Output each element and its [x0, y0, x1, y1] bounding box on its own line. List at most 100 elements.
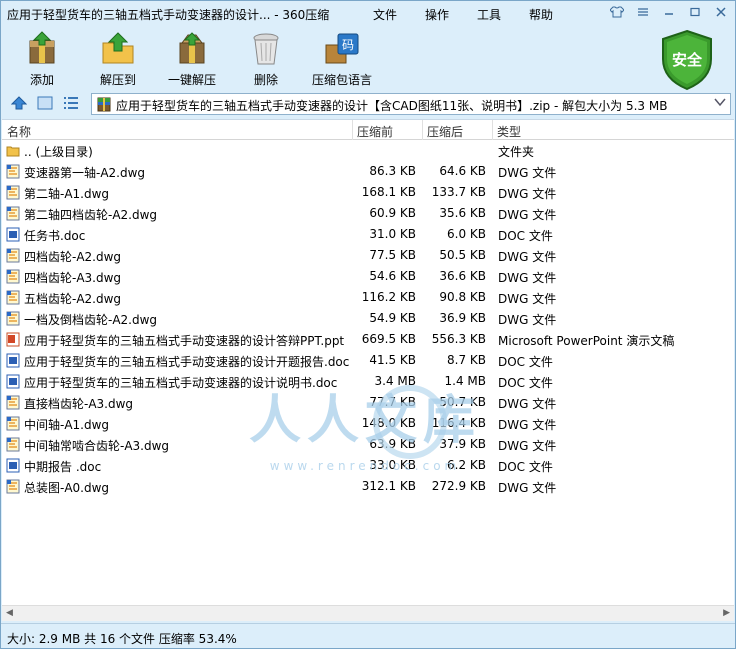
file-type: DWG 文件 — [498, 313, 557, 327]
toolbar: 添加 解压到 一键解压 删除 码 压缩包语言 安全 — [1, 27, 735, 91]
file-size: 168.1 KB — [361, 185, 416, 199]
file-size: 41.5 KB — [369, 353, 416, 367]
file-name: 应用于轻型货车的三轴五档式手动变速器的设计答辩PPT.ppt — [24, 334, 345, 348]
file-row[interactable]: 五档齿轮-A2.dwg 116.2 KB 90.8 KB DWG 文件 — [2, 287, 734, 308]
minimize-icon[interactable] — [659, 3, 679, 21]
file-row[interactable]: 第二轴四档齿轮-A2.dwg 60.9 KB 35.6 KB DWG 文件 — [2, 203, 734, 224]
doc-file-icon — [6, 374, 20, 389]
dwg-file-icon — [6, 395, 20, 410]
column-name[interactable]: 名称 — [7, 123, 31, 140]
app-window: 应用于轻型货车的三轴五档式手动变速器的设计... - 360压缩 文件 操作 工… — [0, 0, 736, 649]
shield-icon: 安全 — [662, 29, 712, 91]
safe-shield-button[interactable]: 安全 — [659, 29, 715, 91]
file-row[interactable]: 第二轴-A1.dwg 168.1 KB 133.7 KB DWG 文件 — [2, 182, 734, 203]
column-type[interactable]: 类型 — [497, 123, 521, 140]
folder-file-icon — [6, 143, 20, 158]
maximize-icon[interactable] — [685, 3, 705, 21]
file-name: 中期报告 .doc — [24, 460, 102, 474]
file-packed-size: 36.6 KB — [439, 269, 486, 283]
doc-file-icon — [6, 353, 20, 368]
file-row[interactable]: 总装图-A0.dwg 312.1 KB 272.9 KB DWG 文件 — [2, 476, 734, 497]
ppt-file-icon — [6, 332, 20, 347]
column-separator — [352, 120, 353, 140]
dwg-file-icon — [6, 206, 20, 221]
menu-file[interactable]: 文件 — [373, 6, 397, 23]
file-row[interactable]: .. (上级目录) 文件夹 — [2, 140, 734, 161]
file-type: DWG 文件 — [498, 187, 557, 201]
file-row[interactable]: 变速器第一轴-A2.dwg 86.3 KB 64.6 KB DWG 文件 — [2, 161, 734, 182]
column-size[interactable]: 压缩前 — [357, 123, 393, 140]
file-name: 直接档齿轮-A3.dwg — [24, 397, 134, 411]
file-row[interactable]: 任务书.doc 31.0 KB 6.0 KB DOC 文件 — [2, 224, 734, 245]
file-row[interactable]: 四档齿轮-A2.dwg 77.5 KB 50.5 KB DWG 文件 — [2, 245, 734, 266]
file-packed-size: 6.0 KB — [447, 227, 486, 241]
trash-can-icon — [248, 31, 284, 67]
file-name: 应用于轻型货车的三轴五档式手动变速器的设计开题报告.doc — [24, 355, 350, 369]
file-row[interactable]: 应用于轻型货车的三轴五档式手动变速器的设计答辩PPT.ppt 669.5 KB 55… — [2, 329, 734, 350]
list-view-icon[interactable] — [63, 96, 79, 113]
thumbnail-view-icon[interactable] — [37, 96, 53, 113]
file-name: 变速器第一轴-A2.dwg — [24, 166, 146, 180]
file-list[interactable]: 名称 压缩前 压缩后 类型 .. (上级目录) 文件夹 变速器第一轴-A2.dwg 8… — [2, 119, 734, 605]
file-row[interactable]: 四档齿轮-A3.dwg 54.6 KB 36.6 KB DWG 文件 — [2, 266, 734, 287]
dwg-file-icon — [6, 416, 20, 431]
file-row[interactable]: 应用于轻型货车的三轴五档式手动变速器的设计说明书.doc 3.4 MB 1.4 MB… — [2, 371, 734, 392]
file-name: 任务书.doc — [24, 229, 86, 243]
file-type: DWG 文件 — [498, 166, 557, 180]
file-name: 第二轴-A1.dwg — [24, 187, 110, 201]
file-size: 60.9 KB — [369, 206, 416, 220]
extract-to-button[interactable]: 解压到 — [83, 31, 153, 88]
menu-operate[interactable]: 操作 — [425, 6, 449, 23]
file-packed-size: 50.5 KB — [439, 248, 486, 262]
add-button[interactable]: 添加 — [7, 31, 77, 88]
chevron-down-icon[interactable] — [714, 96, 726, 112]
dwg-file-icon — [6, 437, 20, 452]
column-separator — [422, 120, 423, 140]
file-packed-size: 116.4 KB — [431, 416, 486, 430]
file-row[interactable]: 直接档齿轮-A3.dwg 77.7 KB 50.7 KB DWG 文件 — [2, 392, 734, 413]
file-size: 77.7 KB — [369, 395, 416, 409]
file-packed-size: 36.9 KB — [439, 311, 486, 325]
horizontal-scrollbar[interactable]: ◀ ▶ — [2, 605, 734, 621]
up-arrow-icon[interactable] — [10, 96, 28, 113]
file-row[interactable]: 中间轴-A1.dwg 148.0 KB 116.4 KB DWG 文件 — [2, 413, 734, 434]
menu-tools[interactable]: 工具 — [477, 6, 501, 23]
close-icon[interactable] — [711, 3, 731, 21]
dwg-file-icon — [6, 185, 20, 200]
file-type: DOC 文件 — [498, 229, 553, 243]
one-click-extract-button[interactable]: 一键解压 — [157, 31, 227, 88]
file-type: DWG 文件 — [498, 397, 557, 411]
skin-icon[interactable] — [607, 3, 627, 21]
scroll-right-icon[interactable]: ▶ — [723, 608, 730, 618]
file-packed-size: 6.2 KB — [447, 458, 486, 472]
dwg-file-icon — [6, 479, 20, 494]
file-type: DWG 文件 — [498, 439, 557, 453]
file-name: .. (上级目录) — [24, 145, 93, 159]
scroll-left-icon[interactable]: ◀ — [6, 608, 13, 618]
dwg-file-icon — [6, 164, 20, 179]
file-size: 54.6 KB — [369, 269, 416, 283]
window-controls — [607, 3, 731, 21]
file-row[interactable]: 中期报告 .doc 33.0 KB 6.2 KB DOC 文件 — [2, 455, 734, 476]
extract-folder-icon — [100, 31, 136, 67]
file-row[interactable]: 一档及倒档齿轮-A2.dwg 54.9 KB 36.9 KB DWG 文件 — [2, 308, 734, 329]
address-field[interactable]: 应用于轻型货车的三轴五档式手动变速器的设计【含CAD图纸11张、说明书】.zip… — [91, 93, 731, 115]
file-size: 63.9 KB — [369, 437, 416, 451]
file-packed-size: 35.6 KB — [439, 206, 486, 220]
delete-button[interactable]: 删除 — [231, 31, 301, 88]
column-packed[interactable]: 压缩后 — [427, 123, 463, 140]
dwg-file-icon — [6, 248, 20, 263]
file-size: 3.4 MB — [374, 374, 416, 388]
file-name: 五档齿轮-A2.dwg — [24, 292, 122, 306]
menu-help[interactable]: 帮助 — [529, 6, 553, 23]
file-size: 312.1 KB — [361, 479, 416, 493]
file-packed-size: 64.6 KB — [439, 164, 486, 178]
file-type: DOC 文件 — [498, 460, 553, 474]
archive-language-button[interactable]: 码 压缩包语言 — [307, 31, 377, 88]
file-row[interactable]: 中间轴常啮合齿轮-A3.dwg 63.9 KB 37.9 KB DWG 文件 — [2, 434, 734, 455]
dwg-file-icon — [6, 269, 20, 284]
file-size: 77.5 KB — [369, 248, 416, 262]
file-row[interactable]: 应用于轻型货车的三轴五档式手动变速器的设计开题报告.doc 41.5 KB 8.7 … — [2, 350, 734, 371]
title-bar: 应用于轻型货车的三轴五档式手动变速器的设计... - 360压缩 文件 操作 工… — [1, 1, 735, 27]
menu-icon[interactable] — [633, 3, 653, 21]
